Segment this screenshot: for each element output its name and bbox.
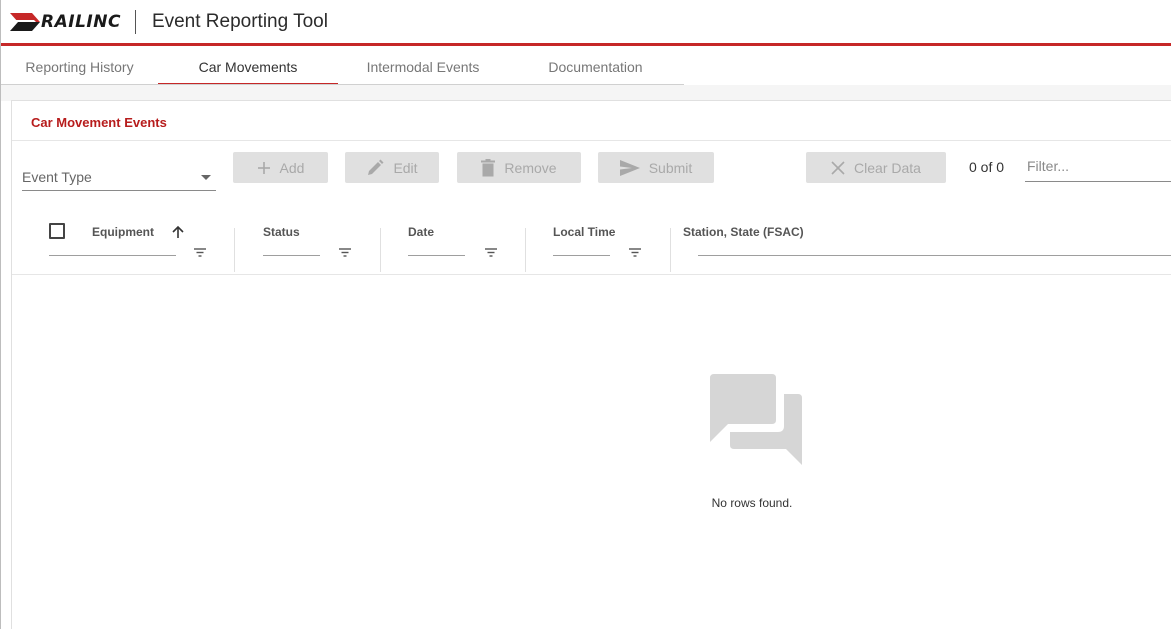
empty-state-message: No rows found. [711, 496, 793, 510]
edit-button[interactable]: Edit [345, 152, 439, 183]
station-filter-line[interactable] [698, 255, 1171, 256]
tab-documentation[interactable]: Documentation [508, 46, 683, 85]
app-title: Event Reporting Tool [151, 10, 328, 32]
clear-data-button[interactable]: Clear Data [806, 152, 946, 183]
status-filter-icon[interactable] [338, 245, 352, 259]
chevron-down-icon [201, 175, 211, 180]
filter-field[interactable] [1025, 151, 1171, 182]
pencil-icon [368, 159, 384, 175]
column-separator[interactable] [234, 228, 235, 272]
header-separator [134, 9, 136, 34]
filter-lines-icon [485, 248, 497, 257]
local-time-filter-icon[interactable] [628, 245, 642, 259]
grid-header: Equipment Status Date Local Time Station… [12, 215, 1171, 275]
column-separator[interactable] [525, 228, 526, 272]
column-header-local-time[interactable]: Local Time [553, 225, 615, 239]
railinc-logo[interactable]: RAILINC [10, 7, 121, 37]
record-count: 0 of 0 [969, 159, 1005, 175]
car-movement-events-panel: Car Movement Events Event Type Add Edit … [11, 100, 1171, 629]
remove-button-label: Remove [504, 159, 557, 176]
logo-text: RAILINC [41, 11, 121, 32]
chat-bubbles-icon [710, 374, 802, 465]
arrow-up-icon[interactable] [172, 225, 184, 238]
panel-header: Car Movement Events [12, 101, 1171, 141]
clear-data-button-label: Clear Data [854, 159, 921, 176]
panel-title: Car Movement Events [31, 115, 167, 130]
status-filter-line[interactable] [263, 255, 320, 256]
column-separator[interactable] [670, 228, 671, 272]
plus-icon [257, 161, 270, 174]
column-header-status[interactable]: Status [263, 225, 300, 239]
close-icon [831, 160, 845, 175]
tab-intermodal-events[interactable]: Intermodal Events [338, 46, 508, 85]
content-background [1, 85, 1171, 101]
trash-icon [481, 158, 496, 176]
railinc-logo-mark-icon [10, 12, 40, 31]
toolbar: Event Type Add Edit Remove Submit Clear … [12, 151, 1171, 191]
tab-car-movements[interactable]: Car Movements [158, 46, 338, 85]
main-tabs: Reporting History Car Movements Intermod… [1, 46, 683, 85]
event-type-label: Event Type [22, 169, 92, 185]
filter-lines-icon [194, 248, 206, 257]
equipment-filter-icon[interactable] [193, 245, 207, 259]
event-type-select[interactable]: Event Type [22, 163, 216, 191]
equipment-filter-line[interactable] [49, 255, 176, 256]
add-button-label: Add [279, 159, 305, 176]
tab-reporting-history[interactable]: Reporting History [1, 46, 158, 85]
date-filter-icon[interactable] [484, 245, 498, 259]
filter-input[interactable] [1025, 151, 1171, 181]
submit-button-label: Submit [648, 159, 693, 176]
edit-button-label: Edit [393, 159, 418, 176]
submit-button[interactable]: Submit [598, 152, 714, 183]
column-header-date[interactable]: Date [408, 225, 434, 239]
column-header-equipment[interactable]: Equipment [92, 225, 154, 239]
add-button[interactable]: Add [233, 152, 328, 183]
column-separator[interactable] [380, 228, 381, 272]
select-all-checkbox[interactable] [49, 223, 65, 239]
send-icon [619, 159, 640, 176]
remove-button[interactable]: Remove [457, 152, 581, 183]
local-time-filter-line[interactable] [553, 255, 610, 256]
filter-lines-icon [339, 248, 351, 257]
app-window: RAILINC Event Reporting Tool Reporting H… [0, 0, 1171, 629]
date-filter-line[interactable] [408, 255, 465, 256]
column-header-station[interactable]: Station, State (FSAC) [683, 225, 804, 239]
app-header: RAILINC Event Reporting Tool [1, 0, 1171, 43]
filter-lines-icon [629, 248, 641, 257]
